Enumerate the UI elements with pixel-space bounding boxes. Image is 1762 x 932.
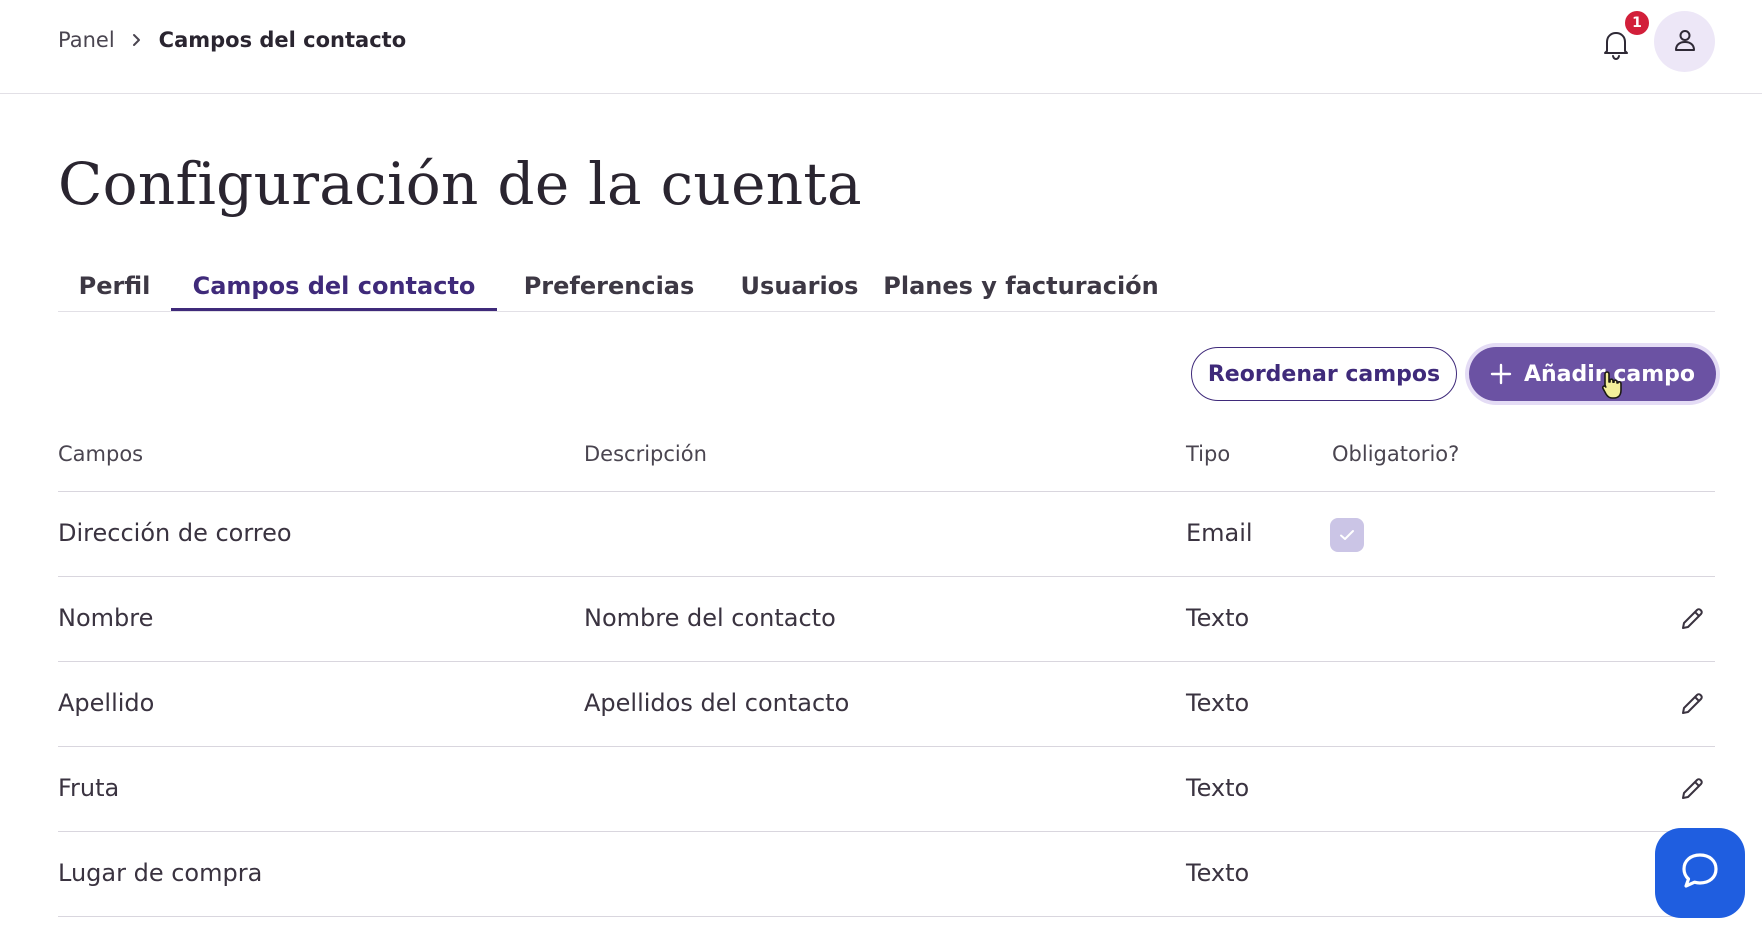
tab-usuarios[interactable]: Usuarios bbox=[721, 262, 878, 311]
table-row: Nombre Nombre del contacto Texto bbox=[58, 577, 1715, 662]
user-icon bbox=[1672, 27, 1698, 57]
tab-campos-del-contacto[interactable]: Campos del contacto bbox=[171, 262, 497, 311]
settings-tabs: Perfil Campos del contacto Preferencias … bbox=[58, 262, 1715, 312]
column-header-descripcion: Descripción bbox=[584, 442, 707, 466]
top-bar: Panel Campos del contacto 1 bbox=[0, 0, 1762, 94]
table-header: Campos Descripción Tipo Obligatorio? bbox=[58, 420, 1715, 492]
breadcrumb: Panel Campos del contacto bbox=[58, 28, 406, 52]
add-field-label: Añadir campo bbox=[1523, 361, 1695, 387]
contact-fields-table: Campos Descripción Tipo Obligatorio? Dir… bbox=[58, 420, 1715, 917]
field-name: Nombre bbox=[58, 604, 154, 632]
table-row: Fruta Texto bbox=[58, 747, 1715, 832]
tab-planes-y-facturacion[interactable]: Planes y facturación bbox=[878, 262, 1164, 311]
chevron-right-icon bbox=[131, 33, 143, 47]
required-checkbox bbox=[1330, 518, 1364, 552]
field-type: Texto bbox=[1186, 689, 1250, 717]
pencil-icon[interactable] bbox=[1676, 773, 1708, 805]
table-row: Lugar de compra Texto bbox=[58, 832, 1715, 917]
field-type: Email bbox=[1186, 519, 1253, 547]
page-title: Configuración de la cuenta bbox=[58, 150, 862, 218]
field-description: Nombre del contacto bbox=[584, 604, 836, 632]
tab-perfil[interactable]: Perfil bbox=[58, 262, 171, 311]
field-name: Fruta bbox=[58, 774, 120, 802]
table-row: Apellido Apellidos del contacto Texto bbox=[58, 662, 1715, 747]
field-name: Lugar de compra bbox=[58, 859, 263, 887]
breadcrumb-panel-link[interactable]: Panel bbox=[58, 28, 115, 52]
field-name: Apellido bbox=[58, 689, 155, 717]
column-header-obligatorio: Obligatorio? bbox=[1332, 442, 1460, 466]
pencil-icon[interactable] bbox=[1676, 688, 1708, 720]
column-header-campos: Campos bbox=[58, 442, 144, 466]
field-name: Dirección de correo bbox=[58, 519, 292, 547]
check-icon bbox=[1340, 530, 1354, 540]
pencil-icon[interactable] bbox=[1676, 603, 1708, 635]
field-type: Texto bbox=[1186, 774, 1250, 802]
reorder-fields-label: Reordenar campos bbox=[1207, 361, 1441, 387]
add-field-button[interactable]: Añadir campo bbox=[1469, 347, 1716, 401]
breadcrumb-current: Campos del contacto bbox=[158, 28, 407, 52]
field-description: Apellidos del contacto bbox=[584, 689, 850, 717]
field-type: Texto bbox=[1186, 604, 1250, 632]
plus-icon bbox=[1490, 363, 1512, 385]
column-header-tipo: Tipo bbox=[1186, 442, 1231, 466]
user-avatar-button[interactable] bbox=[1654, 11, 1715, 72]
notification-count-badge: 1 bbox=[1623, 9, 1651, 37]
chat-icon bbox=[1677, 848, 1723, 898]
reorder-fields-button[interactable]: Reordenar campos bbox=[1191, 347, 1457, 401]
field-type: Texto bbox=[1186, 859, 1250, 887]
table-row: Dirección de correo Email bbox=[58, 492, 1715, 577]
chat-support-button[interactable] bbox=[1655, 828, 1745, 918]
tab-preferencias[interactable]: Preferencias bbox=[497, 262, 721, 311]
